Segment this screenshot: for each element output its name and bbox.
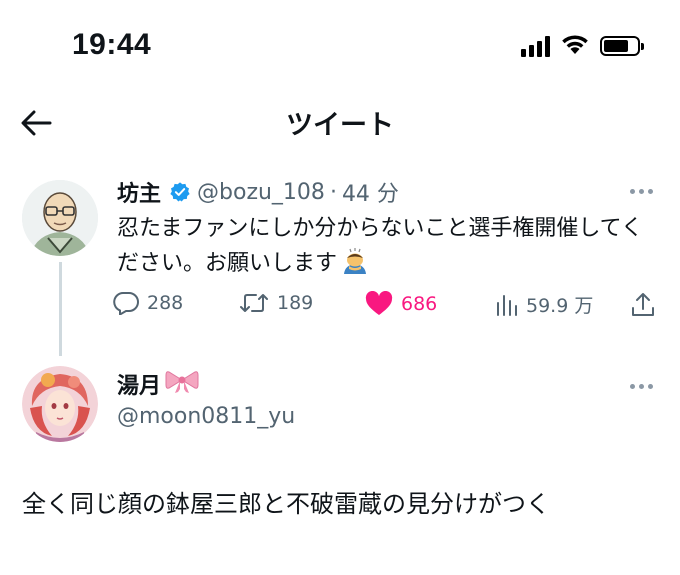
views-button[interactable]: 59.9 万 — [494, 291, 593, 318]
share-icon — [632, 293, 654, 316]
views-count: 59.9 万 — [526, 295, 594, 317]
author-handle[interactable]: @bozu_108 — [197, 180, 325, 205]
views-bar-chart-icon — [497, 294, 517, 316]
battery-level — [604, 40, 628, 52]
tweet-text: 忍たまファンにしか分からないこと選手権開催してください。お願いします — [117, 211, 662, 281]
ribbon-emoji — [165, 368, 199, 400]
page-title: ツイート — [286, 110, 394, 141]
retweet-button[interactable]: 189 — [239, 291, 313, 315]
battery-icon — [600, 36, 644, 56]
more-dot — [639, 384, 644, 389]
heart-filled-icon — [365, 291, 393, 315]
more-dot — [648, 189, 653, 194]
tweet-more-button[interactable] — [630, 189, 653, 194]
cellular-signal-icon — [521, 35, 550, 57]
more-dot — [648, 384, 653, 389]
thread-connector-line — [59, 262, 62, 356]
author-name[interactable]: 坊主 — [117, 176, 161, 208]
reply-icon — [113, 292, 139, 315]
tweet-body: 忍たまファンにしか分からないこと選手権開催してください。お願いします — [117, 216, 644, 276]
like-button[interactable]: 686 — [365, 291, 437, 316]
like-count: 686 — [401, 292, 438, 315]
verified-badge-icon — [169, 181, 191, 203]
retweet-icon — [240, 294, 268, 312]
more-dot — [630, 189, 635, 194]
reply-author-label: 湯月 — [117, 374, 162, 399]
reply-more-button[interactable] — [630, 384, 653, 389]
separator-dot: · — [329, 179, 337, 205]
tweet-time[interactable]: 44 分 — [342, 176, 399, 208]
tweet-actions: 288 189 686 59.9 万 — [113, 287, 663, 323]
more-dot — [639, 189, 644, 194]
reply-count: 288 — [147, 292, 184, 314]
reply-button[interactable]: 288 — [113, 291, 183, 315]
avatar-yuzuki[interactable] — [22, 366, 98, 442]
status-time: 19:44 — [72, 28, 152, 61]
wifi-icon — [560, 33, 590, 59]
retweet-count: 189 — [277, 292, 314, 314]
bowing-person-emoji — [341, 247, 369, 275]
reply-text: 全く同じ顔の鉢屋三郎と不破雷蔵の見分けがつく — [22, 490, 550, 518]
nav-header: ツイート — [0, 95, 680, 151]
status-bar: 19:44 — [0, 0, 680, 90]
tweet-header: 坊主 @bozu_108 · 44 分 — [117, 176, 399, 208]
status-icons — [521, 33, 644, 59]
avatar-bozu[interactable] — [22, 180, 98, 256]
reply-author-name[interactable]: 湯月 — [117, 368, 199, 400]
share-button[interactable] — [631, 291, 655, 317]
more-dot — [630, 384, 635, 389]
reply-author-handle[interactable]: @moon0811_yu — [117, 404, 295, 429]
